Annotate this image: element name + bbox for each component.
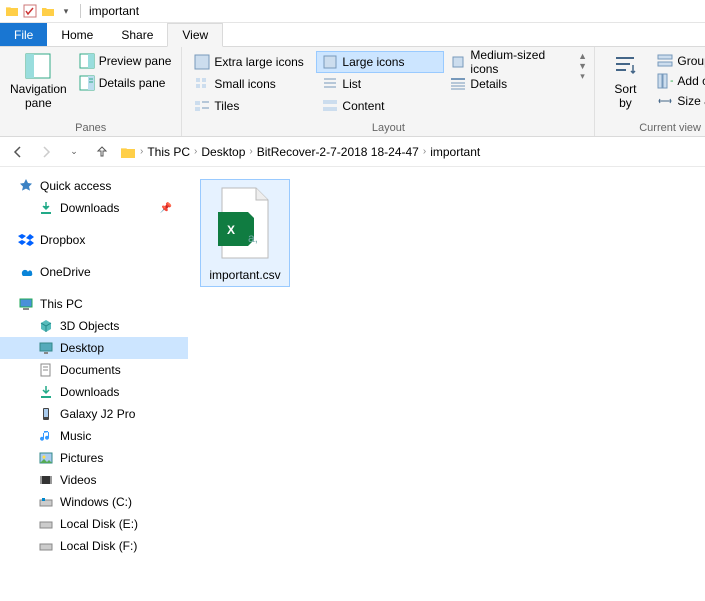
pin-icon: 📌 [160, 203, 172, 214]
sidebar-quick-access[interactable]: Quick access [0, 175, 188, 197]
breadcrumb-item[interactable]: This PC [147, 145, 190, 159]
cube-icon [38, 318, 54, 334]
menu-share[interactable]: Share [107, 23, 167, 46]
view-tiles[interactable]: Tiles [188, 95, 316, 117]
panes-group-label: Panes [6, 120, 175, 136]
history-dropdown[interactable]: ⌄ [64, 142, 84, 162]
view-medium[interactable]: Medium-sized icons [444, 51, 572, 73]
window-title: important [89, 4, 139, 18]
ribbon-group-panes: Navigation pane Preview pane Details pan… [0, 47, 182, 136]
pictures-icon [38, 450, 54, 466]
onedrive-icon [18, 264, 34, 280]
sidebar-disk-f[interactable]: Local Disk (F:) [0, 535, 188, 557]
breadcrumb-item[interactable]: important [430, 145, 480, 159]
view-content[interactable]: Content [316, 95, 444, 117]
file-name: important.csv [209, 268, 280, 282]
sidebar-dropbox[interactable]: Dropbox [0, 229, 188, 251]
group-by-button[interactable]: Group by [653, 51, 705, 71]
menu-file[interactable]: File [0, 23, 47, 46]
music-icon [38, 428, 54, 444]
ribbon-group-currentview: Sort by Group by + Add colum Size all co… [595, 47, 705, 136]
menu-view[interactable]: View [167, 23, 223, 47]
forward-button[interactable] [36, 142, 56, 162]
file-list[interactable]: X a, important.csv [188, 167, 705, 601]
view-small[interactable]: Small icons [188, 73, 316, 95]
sidebar-galaxy[interactable]: Galaxy J2 Pro [0, 403, 188, 425]
qat-dropdown-icon[interactable]: ▾ [58, 3, 74, 19]
sidebar-onedrive[interactable]: OneDrive [0, 261, 188, 283]
add-columns-button[interactable]: + Add colum [653, 71, 705, 91]
sidebar-videos[interactable]: Videos [0, 469, 188, 491]
file-item[interactable]: X a, important.csv [200, 179, 290, 287]
documents-icon [38, 362, 54, 378]
menu-home[interactable]: Home [47, 23, 107, 46]
svg-text:+: + [670, 74, 673, 88]
view-extra-large[interactable]: Extra large icons [188, 51, 316, 73]
svg-text:a,: a, [248, 231, 258, 245]
svg-text:X: X [227, 223, 235, 237]
breadcrumb[interactable]: › This PC › Desktop › BitRecover-2-7-201… [120, 144, 697, 160]
download-icon [38, 384, 54, 400]
layout-more[interactable]: ▲▼▾ [577, 49, 589, 84]
sidebar-music[interactable]: Music [0, 425, 188, 447]
desktop-icon [38, 340, 54, 356]
folder-icon [4, 3, 20, 19]
breadcrumb-item[interactable]: BitRecover-2-7-2018 18-24-47 [257, 145, 419, 159]
folder-icon [120, 144, 136, 160]
address-bar: ⌄ › This PC › Desktop › BitRecover-2-7-2… [0, 137, 705, 167]
view-large[interactable]: Large icons [316, 51, 444, 73]
breadcrumb-item[interactable]: Desktop [201, 145, 245, 159]
details-pane-button[interactable]: Details pane [75, 73, 176, 93]
up-button[interactable] [92, 142, 112, 162]
menu-bar: File Home Share View [0, 23, 705, 47]
sort-icon [610, 51, 640, 81]
qat-check-icon[interactable] [22, 3, 38, 19]
sidebar-documents[interactable]: Documents [0, 359, 188, 381]
drive-icon [38, 516, 54, 532]
qat-folder-icon[interactable] [40, 3, 56, 19]
sidebar-disk-e[interactable]: Local Disk (E:) [0, 513, 188, 535]
sidebar-quick-downloads[interactable]: Downloads 📌 [0, 197, 188, 219]
sidebar-windows-c[interactable]: Windows (C:) [0, 491, 188, 513]
download-icon [38, 200, 54, 216]
phone-icon [38, 406, 54, 422]
ribbon-group-layout: Extra large icons Large icons Medium-siz… [182, 47, 595, 136]
sort-by-button[interactable]: Sort by [601, 49, 649, 113]
star-icon [18, 178, 34, 194]
view-list[interactable]: List [316, 73, 444, 95]
sidebar-pictures[interactable]: Pictures [0, 447, 188, 469]
sidebar-this-pc[interactable]: This PC [0, 293, 188, 315]
back-button[interactable] [8, 142, 28, 162]
sidebar: Quick access Downloads 📌 Dropbox OneDriv… [0, 167, 188, 601]
navpane-icon [23, 51, 53, 81]
sidebar-downloads2[interactable]: Downloads [0, 381, 188, 403]
layout-group-label: Layout [188, 120, 588, 136]
ribbon: Navigation pane Preview pane Details pan… [0, 47, 705, 137]
navigation-pane-button[interactable]: Navigation pane [6, 49, 71, 113]
currentview-group-label: Current view [601, 120, 705, 136]
dropbox-icon [18, 232, 34, 248]
pc-icon [18, 296, 34, 312]
title-bar: ▾ important [0, 0, 705, 23]
size-all-columns-button[interactable]: Size all col [653, 91, 705, 111]
drive-icon [38, 538, 54, 554]
videos-icon [38, 472, 54, 488]
csv-file-icon: X a, [210, 184, 280, 264]
preview-pane-button[interactable]: Preview pane [75, 51, 176, 71]
sidebar-desktop[interactable]: Desktop [0, 337, 188, 359]
sidebar-3d-objects[interactable]: 3D Objects [0, 315, 188, 337]
drive-icon [38, 494, 54, 510]
view-details[interactable]: Details [444, 73, 572, 95]
